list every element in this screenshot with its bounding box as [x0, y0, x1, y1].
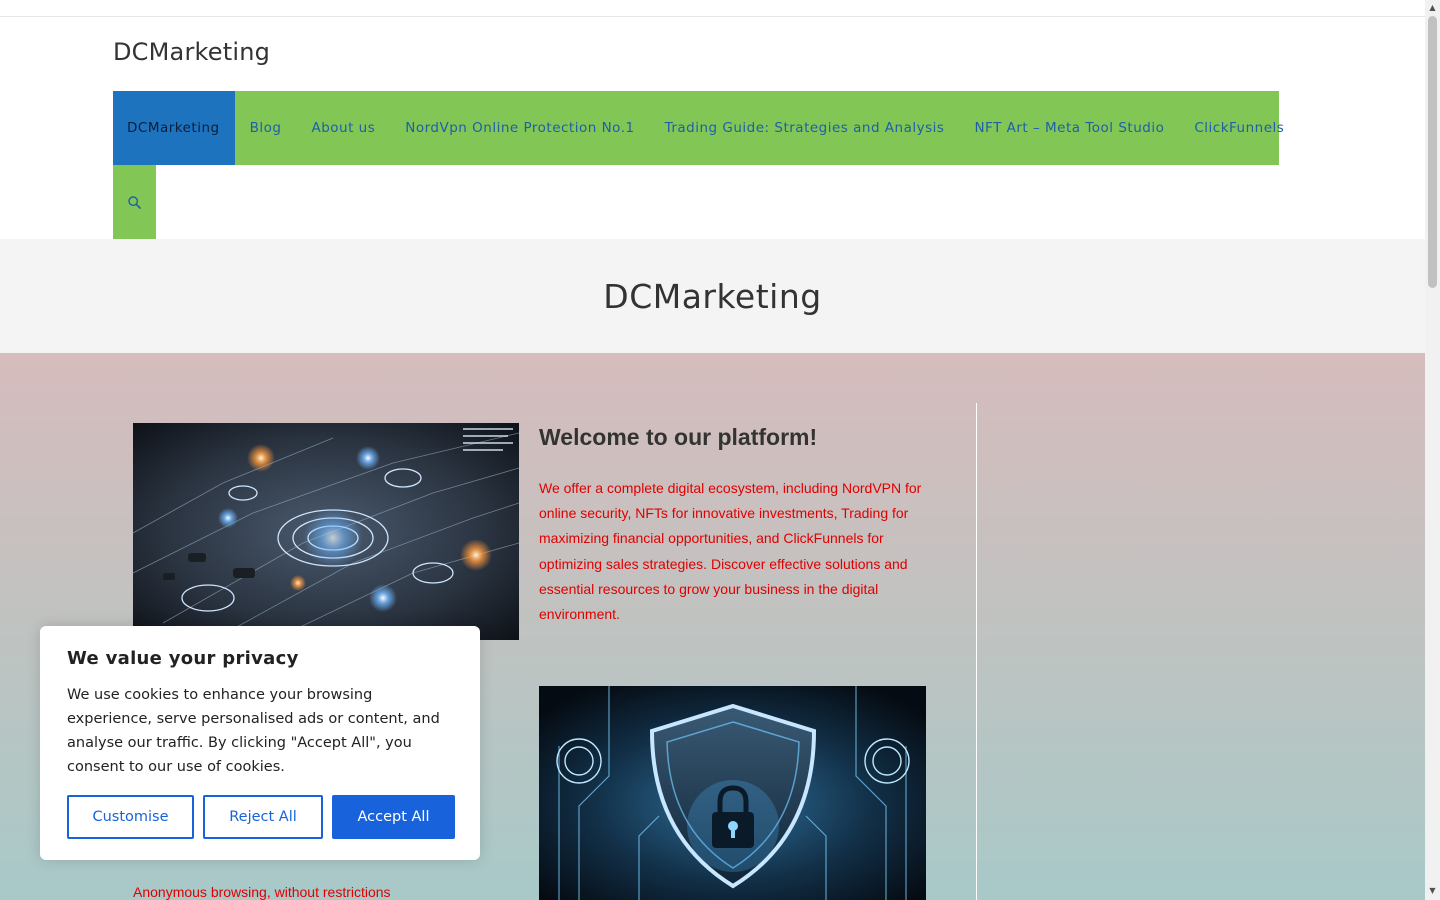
nav-item-dcmarketing[interactable]: DCMarketing [113, 91, 235, 165]
nav-search-button[interactable] [113, 165, 156, 239]
cookie-title: We value your privacy [67, 648, 299, 669]
sidebar-divider [976, 403, 977, 900]
page-scrollbar[interactable]: ▲ ▼ [1425, 0, 1440, 900]
main-navigation: DCMarketing Blog About us NordVpn Online… [113, 91, 1284, 165]
top-divider [0, 16, 1425, 17]
nav-item-nft-art[interactable]: NFT Art – Meta Tool Studio [959, 91, 1179, 165]
nav-item-about-us[interactable]: About us [296, 91, 390, 165]
page-header: DCMarketing [0, 239, 1425, 353]
scroll-down-arrow-icon[interactable]: ▼ [1428, 886, 1437, 896]
nav-item-blog[interactable]: Blog [235, 91, 297, 165]
site-title[interactable]: DCMarketing [113, 38, 270, 66]
nav-item-trading-guide[interactable]: Trading Guide: Strategies and Analysis [650, 91, 960, 165]
nav-item-clickfunnels[interactable]: ClickFunnels [1179, 91, 1299, 165]
cookie-buttons: Customise Reject All Accept All [67, 795, 455, 839]
customise-button[interactable]: Customise [67, 795, 194, 839]
welcome-title: Welcome to our platform! [539, 424, 818, 450]
page-title: DCMarketing [603, 276, 822, 316]
search-icon [128, 195, 141, 209]
welcome-text: We offer a complete digital ecosystem, i… [539, 480, 922, 623]
cookie-text: We use cookies to enhance your browsing … [67, 687, 440, 775]
tech-circuit-image [133, 423, 519, 640]
nav-item-nordvpn[interactable]: NordVpn Online Protection No.1 [390, 91, 649, 165]
cookie-consent-banner: We value your privacy We use cookies to … [40, 626, 480, 860]
scroll-thumb[interactable] [1428, 16, 1437, 288]
reject-all-button[interactable]: Reject All [203, 795, 323, 839]
accept-all-button[interactable]: Accept All [332, 795, 455, 839]
security-shield-image [539, 686, 926, 900]
anonymous-browsing-text: Anonymous browsing, without restrictions [133, 884, 391, 900]
scroll-up-arrow-icon[interactable]: ▲ [1428, 3, 1437, 13]
